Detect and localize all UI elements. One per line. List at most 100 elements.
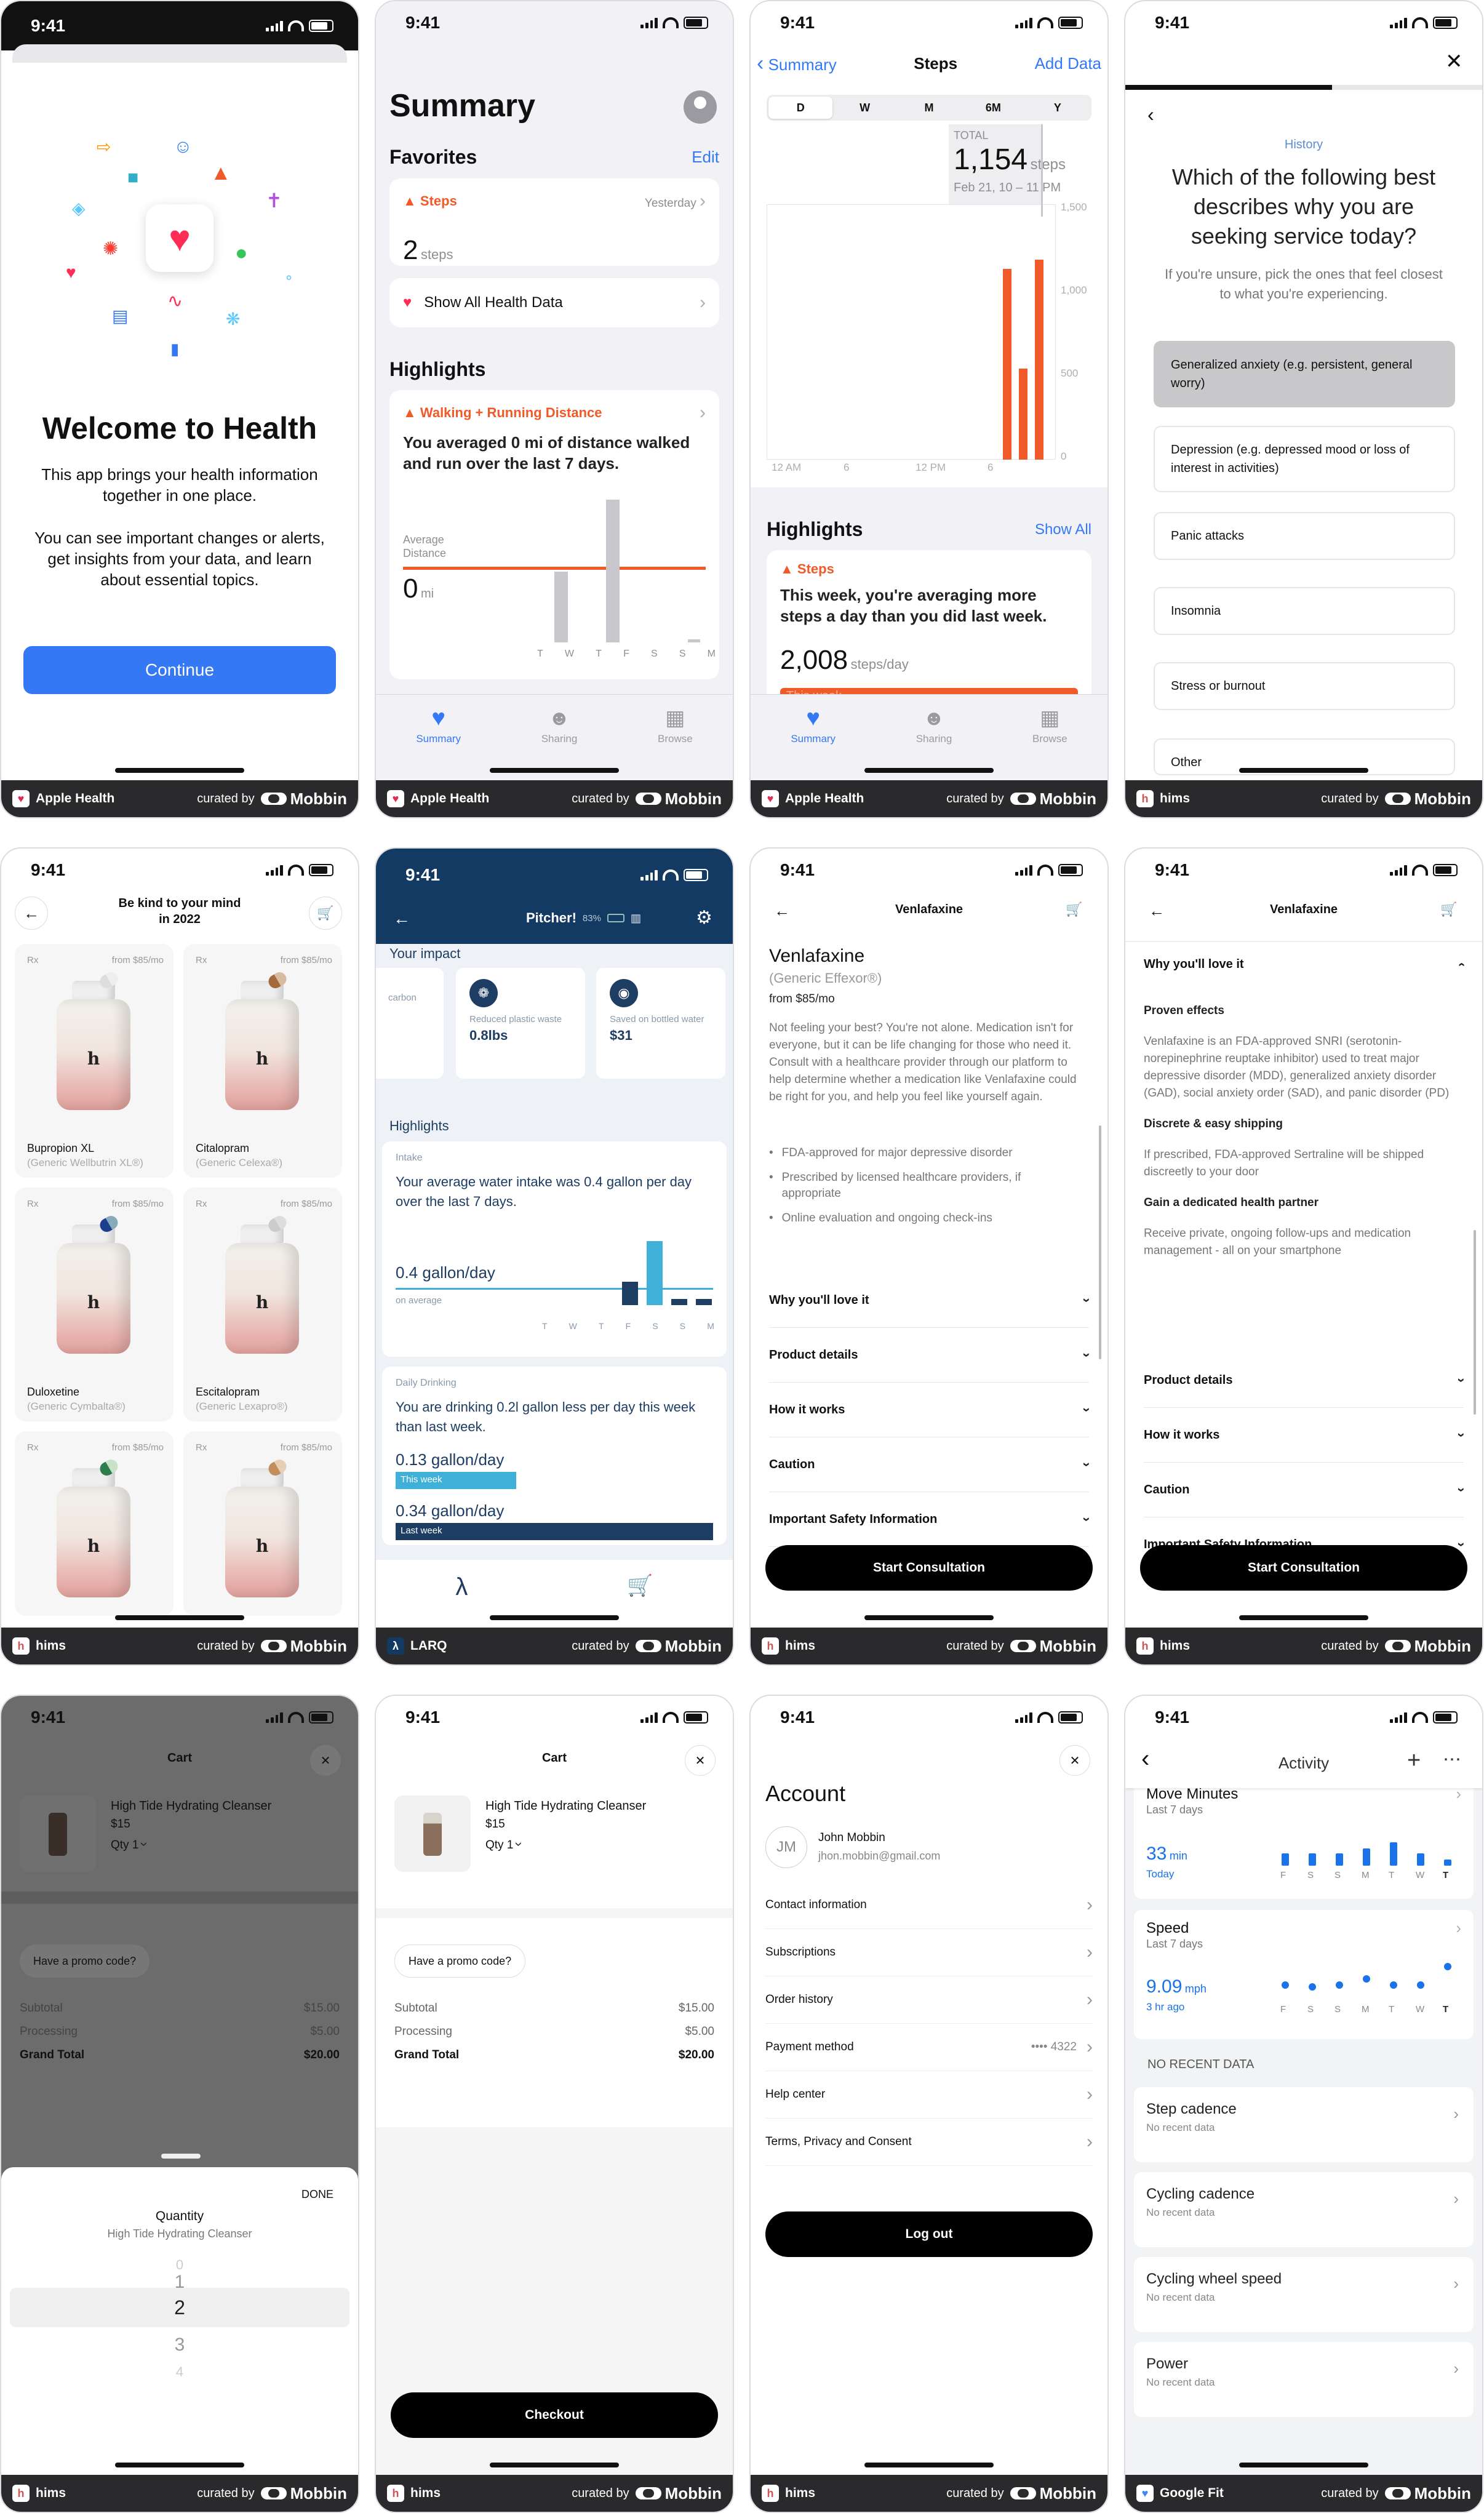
daily-drinking-card[interactable]: Daily Drinking You are drinking 0.2l gal… — [382, 1367, 727, 1545]
cart-icon[interactable]: 🛒 — [627, 1573, 653, 1628]
accordion-row[interactable]: Product details › — [769, 1328, 1095, 1383]
product-card[interactable]: Rx from $85/mo h — [15, 1431, 174, 1616]
phone-cart: 9:41 Cart ✕ High Tide Hydrating Cleanser… — [375, 1695, 734, 2513]
cart-icon[interactable]: 🛒 — [1066, 901, 1082, 917]
metric-sub: No recent data — [1146, 2376, 1215, 2388]
chevron-right-icon: › — [1456, 1919, 1461, 1937]
avatar[interactable] — [684, 90, 717, 124]
continue-button[interactable]: Continue — [23, 646, 336, 694]
segment-d[interactable]: D — [768, 97, 833, 119]
show-all-health-data[interactable]: ♥ Show All Health Data › — [389, 278, 719, 327]
segment-6m[interactable]: 6M — [961, 97, 1025, 119]
steps-label: Steps — [797, 561, 834, 577]
account-row[interactable]: Payment method •••• 4322 › — [765, 2024, 1093, 2071]
row-label: Caution — [769, 1457, 815, 1471]
tab-summary[interactable]: ♥ Summary — [416, 706, 461, 780]
larq-home-icon[interactable]: λ — [455, 1573, 468, 1628]
figure-icon: ✝ — [266, 190, 282, 212]
more-icon[interactable]: ⋯ — [1443, 1749, 1461, 1770]
close-button[interactable]: ✕ — [310, 1745, 341, 1776]
move-minutes-card[interactable]: Move Minutes › Last 7 days 33 min Today F… — [1134, 1776, 1474, 1899]
accordion-row[interactable]: Important Safety Information › — [769, 1492, 1095, 1547]
accordion-list: Why you'll love it › Product details › How i… — [769, 1273, 1095, 1547]
product-card[interactable]: Rx from $85/mo h Citalopram (Generic Celexa®… — [183, 944, 342, 1178]
promo-code-button[interactable]: Have a promo code? — [20, 1944, 150, 1978]
add-icon[interactable]: + — [1407, 1748, 1421, 1774]
picker-item[interactable]: 2 — [1, 2296, 358, 2319]
settings-gear-icon[interactable]: ⚙ — [696, 907, 712, 929]
close-button[interactable]: ✕ — [1059, 1745, 1090, 1776]
bottle-icon: ◉ — [610, 979, 638, 1007]
nav-title: Venlafaxine — [895, 903, 963, 916]
tab-browse[interactable]: ▦ Browse — [1032, 708, 1067, 780]
option-button[interactable]: Insomnia — [1154, 587, 1455, 635]
option-button[interactable]: Panic attacks — [1154, 512, 1455, 560]
option-button[interactable]: Generalized anxiety (e.g. persistent, ge… — [1154, 341, 1455, 407]
metric-card[interactable]: Cycling cadence No recent data › — [1134, 2172, 1474, 2247]
accordion-row[interactable]: Caution › — [769, 1437, 1095, 1492]
account-row[interactable]: Contact information › — [765, 1882, 1093, 1929]
product-name: Citalopram — [196, 1142, 250, 1154]
item-qty[interactable]: Qty 1 — [111, 1839, 138, 1852]
app-name: hims — [36, 2486, 66, 2500]
account-row[interactable]: Order history › — [765, 1976, 1093, 2024]
metric-card[interactable]: Power No recent data › — [1134, 2342, 1474, 2417]
steps-highlight-card[interactable]: ▲ Steps This week, you're averaging more… — [767, 550, 1091, 704]
row-right: › — [1087, 1942, 1093, 1963]
edit-button[interactable]: Edit — [692, 148, 719, 167]
start-consultation-button[interactable]: Start Consultation — [1140, 1545, 1467, 1591]
steps-label: Steps — [420, 193, 457, 209]
why-love-it-row[interactable]: Why you'll love it › — [1144, 952, 1468, 977]
accordion-row[interactable]: Caution › — [1144, 1463, 1469, 1517]
back-button[interactable]: ← — [15, 897, 48, 930]
cart-icon[interactable]: 🛒 — [1440, 901, 1457, 917]
segment-y[interactable]: Y — [1026, 97, 1090, 119]
option-button[interactable]: Depression (e.g. depressed mood or loss … — [1154, 426, 1455, 492]
accordion-row[interactable]: How it works › — [1144, 1408, 1469, 1463]
segment-w[interactable]: W — [832, 97, 896, 119]
promo-code-button[interactable]: Have a promo code? — [394, 1944, 526, 1978]
product-card[interactable]: Rx from $85/mo h Duloxetine (Generic Cymbalt… — [15, 1188, 174, 1421]
close-button[interactable]: ✕ — [1445, 49, 1463, 74]
row-right: › — [1087, 2131, 1093, 2152]
metric-card[interactable]: Cycling wheel speed No recent data › — [1134, 2257, 1474, 2332]
steps-card[interactable]: ▲ Steps Yesterday › 2 steps — [389, 178, 719, 266]
picker-item[interactable]: 0 — [1, 2257, 358, 2273]
speed-card[interactable]: Speed › Last 7 days 9.09 mph 3 hr ago F S S… — [1134, 1910, 1474, 2039]
product-card[interactable]: Rx from $85/mo h Escitalopram (Generic Lexap… — [183, 1188, 342, 1421]
done-button[interactable]: DONE — [301, 2188, 333, 2201]
checkout-button[interactable]: Checkout — [391, 2392, 718, 2438]
account-row[interactable]: Subscriptions › — [765, 1929, 1093, 1976]
segment-m[interactable]: M — [897, 97, 961, 119]
picker-item[interactable]: 4 — [1, 2364, 358, 2380]
walking-distance-card[interactable]: ▲ Walking + Running Distance › You averag… — [389, 390, 719, 679]
back-chevron-icon[interactable]: ‹ — [1147, 103, 1154, 126]
add-data-button[interactable]: Add Data — [1035, 54, 1101, 73]
speed-dot — [1282, 1981, 1289, 1989]
intake-card[interactable]: Intake Your average water intake was 0.4… — [382, 1141, 727, 1357]
accordion-row[interactable]: Why you'll love it › — [769, 1273, 1095, 1328]
steps-when: Yesterday — [644, 197, 696, 210]
account-row[interactable]: Terms, Privacy and Consent › — [765, 2119, 1093, 2166]
item-qty[interactable]: Qty 1 — [485, 1839, 513, 1852]
metric-card[interactable]: Step cadence No recent data › — [1134, 2087, 1474, 2162]
back-arrow-icon[interactable]: ← — [393, 909, 410, 929]
logout-button[interactable]: Log out — [765, 2211, 1093, 2257]
tab-summary[interactable]: ♥ Summary — [791, 706, 836, 780]
option-button[interactable]: Stress or burnout — [1154, 662, 1455, 710]
picker-item[interactable]: 1 — [1, 2272, 358, 2293]
accordion-row[interactable]: Product details › — [1144, 1353, 1469, 1408]
picker-item[interactable]: 3 — [1, 2335, 358, 2355]
tab-browse[interactable]: ▦ Browse — [658, 708, 693, 780]
account-row[interactable]: Help center › — [765, 2071, 1093, 2119]
close-button[interactable]: ✕ — [685, 1745, 716, 1776]
product-price: from $85/mo — [769, 993, 835, 1005]
cart-button[interactable]: 🛒 — [309, 897, 342, 930]
show-all-button[interactable]: Show All — [1035, 521, 1091, 538]
back-button[interactable]: ‹ Summary — [757, 52, 837, 76]
product-card[interactable]: Rx from $85/mo h Bupropion XL (Generic Wellb… — [15, 944, 174, 1178]
product-card[interactable]: Rx from $85/mo h — [183, 1431, 342, 1616]
product-price: from $85/mo — [280, 1442, 332, 1453]
accordion-row[interactable]: How it works › — [769, 1383, 1095, 1437]
start-consultation-button[interactable]: Start Consultation — [765, 1545, 1093, 1591]
